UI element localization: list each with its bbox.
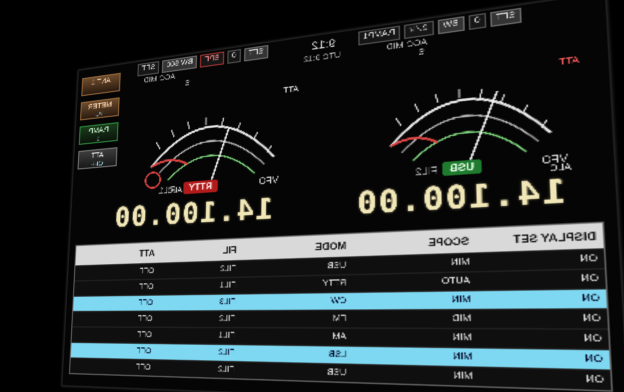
table-cell: ON: [583, 334, 602, 345]
pamp-button-sub: 1: [96, 136, 100, 144]
table-cell: MIN: [450, 257, 470, 268]
table-cell: RTTY: [322, 279, 347, 289]
settings-table: DISPLAY SET SCOPE MODE FIL ATT ON MIN US…: [68, 221, 613, 392]
left-strip-item-4: 2.4k: [404, 20, 434, 40]
table-cell: CW: [330, 296, 347, 306]
header-fil: FIL: [222, 244, 238, 256]
table-cell: OFF: [136, 347, 152, 356]
table-cell: FIL2: [220, 264, 237, 274]
left-mode-badge: USB: [442, 159, 482, 177]
header-scope: SCOPE: [428, 234, 470, 249]
left-strip-item-2: 0: [468, 12, 486, 31]
ant-button-label: ANT 1: [91, 77, 111, 87]
table-cell: ON: [584, 354, 603, 365]
table-cell: FIL1: [218, 331, 236, 341]
table-cell: LSB: [328, 350, 347, 360]
table-cell: FIL3: [219, 298, 236, 307]
table-cell: MIN: [451, 295, 471, 305]
clock-utc: UTC 9:12: [303, 51, 341, 65]
table-cell: OFF: [139, 267, 155, 276]
right-button-column: ANT 1 METER Po P.AMP 1 ATT OFF: [77, 72, 121, 170]
right-vfo-label: VFO: [258, 174, 279, 187]
table-cell: ON: [579, 254, 598, 265]
meter-button-sub: Po: [95, 111, 104, 119]
table-row[interactable]: ON MID FM FIL2 OFF: [72, 308, 608, 329]
att-button-label: ATT: [91, 151, 104, 161]
table-cell: ON: [582, 313, 601, 325]
table-cell: AM: [332, 332, 347, 342]
left-vfo-label: VFO: [541, 152, 569, 167]
header-mode: MODE: [315, 239, 347, 253]
att-button[interactable]: ATT OFF: [77, 147, 118, 170]
table-cell: AUTO: [441, 276, 471, 287]
table-cell: MIN: [452, 352, 473, 363]
ant-button[interactable]: ANT 1: [81, 72, 121, 97]
table-cell: OFF: [135, 363, 151, 373]
table-cell: ON: [581, 293, 600, 304]
right-filter-label: FIL1: [158, 184, 176, 197]
right-strip-item-1: SFT: [243, 44, 269, 62]
pamp-button-label: P.AMP: [88, 126, 109, 136]
table-cell: ON: [580, 273, 599, 285]
right-mode-badge: RTTY: [183, 179, 218, 195]
table-cell: FIL2: [219, 314, 236, 324]
table-cell: FIL1: [219, 281, 237, 291]
left-filter-label: FIL2: [415, 164, 439, 178]
table-cell: OFF: [136, 331, 153, 340]
table-cell: OFF: [138, 283, 154, 292]
tilted-ui-plane: SFT 0 BW 2.4k P.AMP1 SFT 0 BPF BW 500 SF…: [61, 0, 624, 392]
screen-viewport: SFT 0 BW 2.4k P.AMP1 SFT 0 BPF BW 500 SF…: [0, 0, 624, 392]
table-cell: MID: [451, 314, 472, 324]
header-display-set: DISPLAY SET: [513, 229, 597, 246]
table-cell: MIN: [453, 371, 473, 382]
header-att: ATT: [138, 247, 156, 259]
table-cell: FIL2: [217, 365, 235, 375]
radio-display-panel: SFT 0 BW 2.4k P.AMP1 SFT 0 BPF BW 500 SF…: [61, 0, 624, 392]
table-cell: MIN: [452, 333, 472, 343]
table-cell: OFF: [138, 299, 154, 308]
right-meter-s: S: [184, 79, 190, 88]
pamp-button[interactable]: P.AMP 1: [78, 122, 119, 145]
table-cell: USB: [327, 368, 347, 378]
right-strip-item-4: BW 500: [162, 55, 198, 73]
left-strip-item-1: SFT: [489, 7, 522, 28]
table-cell: FM: [332, 314, 347, 324]
table-cell: ON: [585, 374, 605, 386]
right-strip-item-3: BPF: [200, 51, 225, 68]
right-strip-item-2: 0: [227, 49, 241, 64]
left-meter-s: S: [418, 48, 425, 58]
meter-button[interactable]: METER Po: [80, 97, 120, 121]
clock-time: 9:12: [311, 37, 336, 54]
att-button-sub: OFF: [90, 161, 104, 169]
right-strip-item-5: SFT: [137, 60, 160, 77]
left-strip-item-3: BW: [437, 16, 465, 35]
table-cell: FIL2: [218, 348, 236, 358]
table-cell: USB: [327, 261, 347, 271]
table-cell: OFF: [137, 315, 153, 324]
